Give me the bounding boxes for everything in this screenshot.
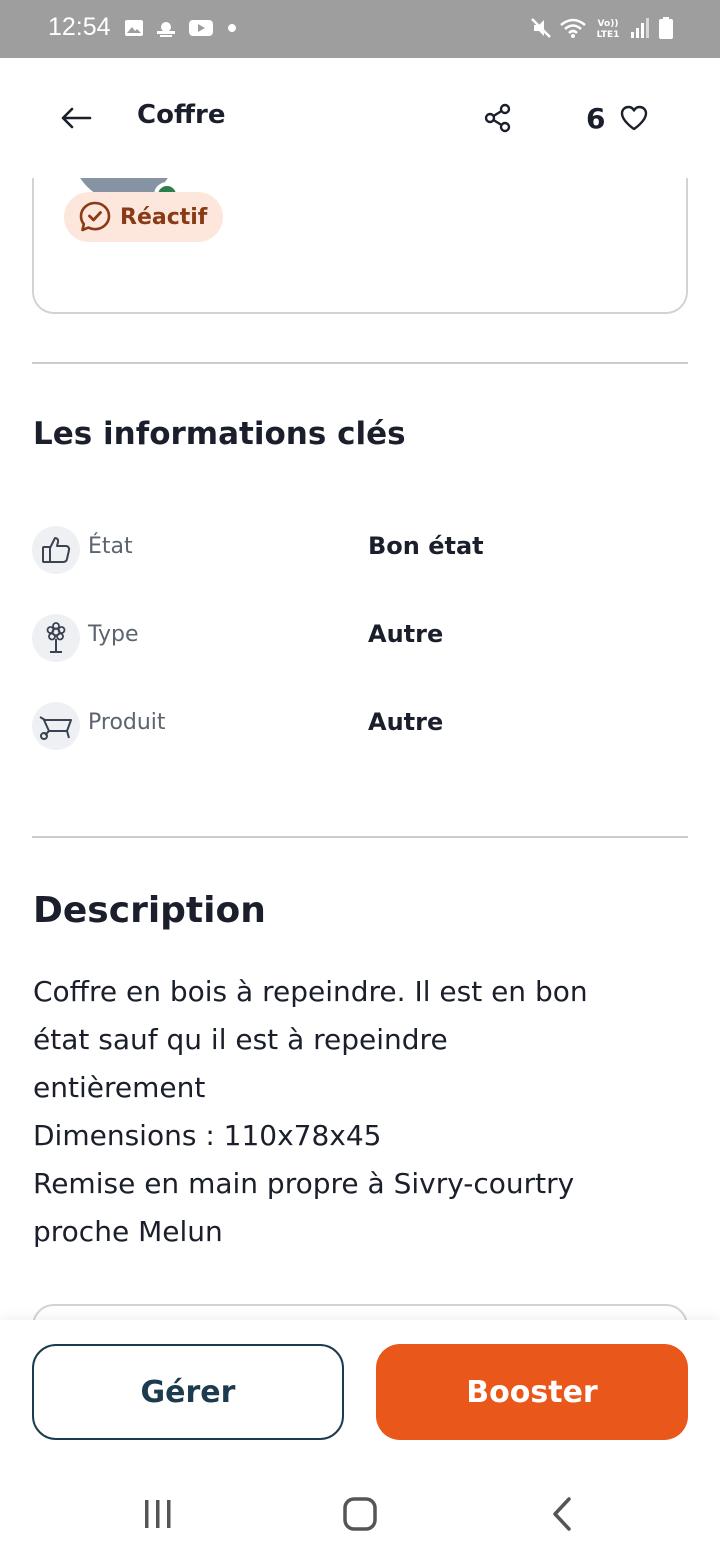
info-value: Autre <box>368 708 444 736</box>
info-value: Bon état <box>368 532 484 560</box>
divider <box>32 836 688 838</box>
app-header: Coffre 6 <box>0 58 720 178</box>
wifi-icon <box>560 17 586 43</box>
status-left-icons <box>124 18 240 42</box>
description-line: proche Melun <box>33 1215 223 1248</box>
signal-icon <box>630 17 650 43</box>
gallery-icon <box>124 18 144 42</box>
responsive-badge: Réactif <box>64 192 224 242</box>
volte-icon: Vo)) LTE1 <box>594 16 622 44</box>
description-line: entièrement <box>33 1071 206 1104</box>
heart-icon <box>621 105 648 131</box>
chevron-left-icon <box>553 1497 571 1531</box>
wheelbarrow-icon <box>32 702 80 750</box>
recent-apps-icon <box>145 1500 171 1528</box>
back-button[interactable] <box>56 100 96 136</box>
next-section-card <box>32 1304 688 1320</box>
recent-apps-button[interactable] <box>128 1490 188 1538</box>
system-nav-bar <box>0 1460 720 1560</box>
boost-button[interactable]: Booster <box>376 1344 688 1440</box>
status-bar: 12:54 Vo)) LTE1 <box>0 0 720 58</box>
thumbs-up-icon <box>32 526 80 574</box>
system-back-button[interactable] <box>532 1490 592 1538</box>
key-info-title: Les informations clés <box>33 416 406 452</box>
badge-label: Réactif <box>120 204 208 230</box>
manage-button[interactable]: Gérer <box>32 1344 344 1440</box>
info-value: Autre <box>368 620 444 648</box>
description-line: Dimensions : 110x78x45 <box>33 1119 382 1152</box>
description-line: Remise en main propre à Sivry-courtry <box>33 1167 575 1200</box>
description-text: Coffre en bois à repeindre. Il est en bo… <box>33 968 683 1256</box>
share-icon <box>484 103 511 133</box>
arrow-left-icon <box>61 107 92 129</box>
svg-text:LTE1: LTE1 <box>597 30 620 40</box>
info-label: Type <box>88 622 139 647</box>
chat-check-icon <box>79 201 111 232</box>
status-time: 12:54 <box>48 13 111 41</box>
home-button[interactable] <box>330 1490 390 1538</box>
seller-card[interactable]: Réactif <box>32 178 688 314</box>
dot-icon <box>224 18 240 42</box>
divider <box>32 362 688 364</box>
mute-icon <box>530 16 552 44</box>
info-label: État <box>88 534 133 559</box>
info-row-type: Type Autre <box>32 614 688 664</box>
status-right-icons: Vo)) LTE1 <box>530 16 674 44</box>
battery-icon <box>658 16 674 44</box>
weather-icon <box>154 18 178 42</box>
info-row-produit: Produit Autre <box>32 702 688 752</box>
description-line: état sauf qu il est à repeindre <box>33 1023 448 1056</box>
flower-icon <box>32 614 80 662</box>
description-title: Description <box>33 890 266 931</box>
svg-text:Vo)): Vo)) <box>598 19 619 29</box>
youtube-icon <box>188 18 214 42</box>
description-line: Coffre en bois à repeindre. Il est en bo… <box>33 975 588 1008</box>
favorite-button[interactable]: 6 <box>586 98 649 138</box>
home-icon <box>343 1497 377 1531</box>
info-row-etat: État Bon état <box>32 526 688 576</box>
share-button[interactable] <box>478 98 518 138</box>
info-label: Produit <box>88 710 166 735</box>
listing-content[interactable]: Réactif Les informations clés État Bon é… <box>0 178 720 1320</box>
page-title: Coffre <box>137 100 226 130</box>
favorites-count: 6 <box>586 101 606 135</box>
action-bar: Gérer Booster <box>0 1320 720 1460</box>
